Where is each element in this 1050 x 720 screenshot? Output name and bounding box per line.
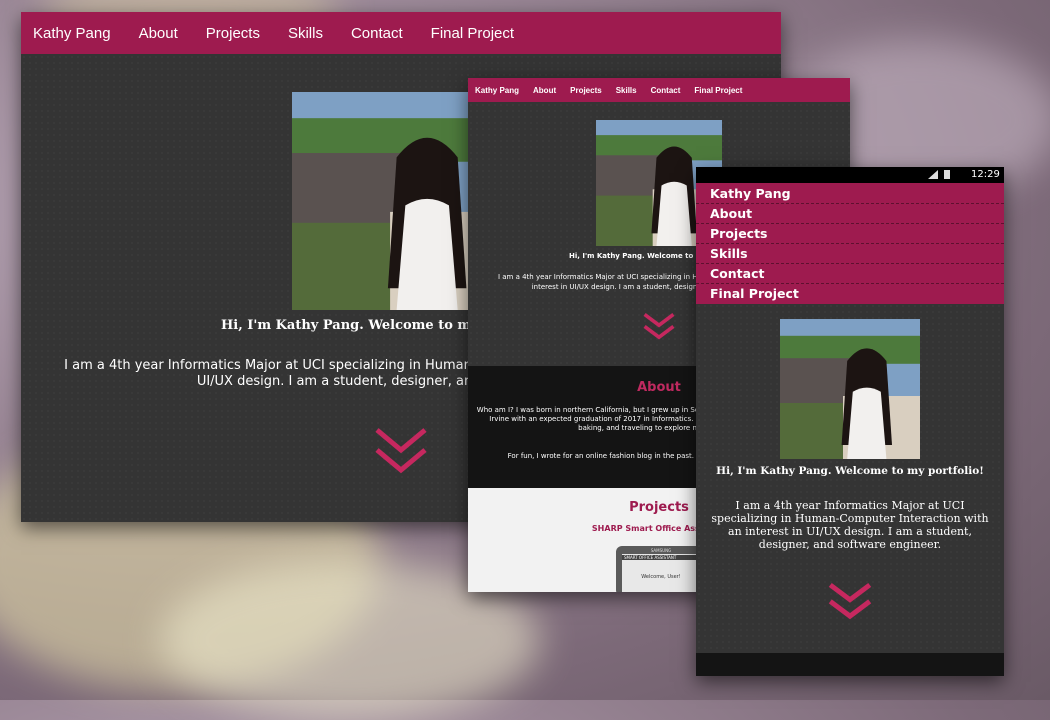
mobile-screenshot: 12:29 Kathy Pang About Projects Skills C… xyxy=(696,167,1004,676)
scroll-down-chevron-icon[interactable] xyxy=(373,424,429,480)
nav-item-about[interactable]: About xyxy=(696,204,1004,224)
nav-item-home[interactable]: Kathy Pang xyxy=(696,185,1004,204)
nav-item-projects[interactable]: Projects xyxy=(570,86,602,95)
nav-item-projects[interactable]: Projects xyxy=(696,224,1004,244)
status-bar: 12:29 xyxy=(696,167,1004,183)
profile-photo xyxy=(780,319,920,459)
tablet-nav-bar: Kathy Pang About Projects Skills Contact… xyxy=(468,78,850,102)
device-welcome: Welcome, User! xyxy=(641,574,681,580)
nav-item-projects[interactable]: Projects xyxy=(206,25,260,42)
mobile-bottom-bar xyxy=(696,653,1004,676)
nav-item-contact[interactable]: Contact xyxy=(696,264,1004,284)
nav-item-final-project[interactable]: Final Project xyxy=(694,86,742,95)
mobile-content: Kathy Pang About Projects Skills Contact… xyxy=(696,183,1004,653)
device-screen: SMART OFFICE ASSISTANT Welcome, User! xyxy=(622,554,702,592)
nav-item-final-project[interactable]: Final Project xyxy=(696,284,1004,304)
nav-item-about[interactable]: About xyxy=(533,86,556,95)
device-brand: SAMSUNG xyxy=(650,548,672,553)
nav-item-skills[interactable]: Skills xyxy=(616,86,637,95)
nav-item-skills[interactable]: Skills xyxy=(288,25,323,42)
nav-item-home[interactable]: Kathy Pang xyxy=(33,25,111,42)
mobile-nav-menu: Kathy Pang About Projects Skills Contact… xyxy=(696,183,1004,304)
nav-item-contact[interactable]: Contact xyxy=(351,25,403,42)
nav-item-skills[interactable]: Skills xyxy=(696,244,1004,264)
device-title: SMART OFFICE ASSISTANT xyxy=(622,555,702,560)
nav-item-home[interactable]: Kathy Pang xyxy=(475,86,519,95)
project-device-mockup: SAMSUNG SMART OFFICE ASSISTANT Welcome, … xyxy=(616,546,706,592)
battery-icon xyxy=(944,170,950,179)
desktop-nav-bar: Kathy Pang About Projects Skills Contact… xyxy=(21,12,781,54)
bio-text: I am a 4th year Informatics Major at UCI… xyxy=(711,499,989,551)
signal-icon xyxy=(928,170,938,179)
nav-item-final-project[interactable]: Final Project xyxy=(431,25,514,42)
scroll-down-chevron-icon[interactable] xyxy=(827,581,873,625)
status-time: 12:29 xyxy=(971,169,1000,180)
welcome-heading: Hi, I'm Kathy Pang. Welcome to my portfo… xyxy=(716,465,984,477)
scroll-down-chevron-icon[interactable] xyxy=(642,312,676,342)
nav-item-contact[interactable]: Contact xyxy=(651,86,681,95)
nav-item-about[interactable]: About xyxy=(139,25,178,42)
